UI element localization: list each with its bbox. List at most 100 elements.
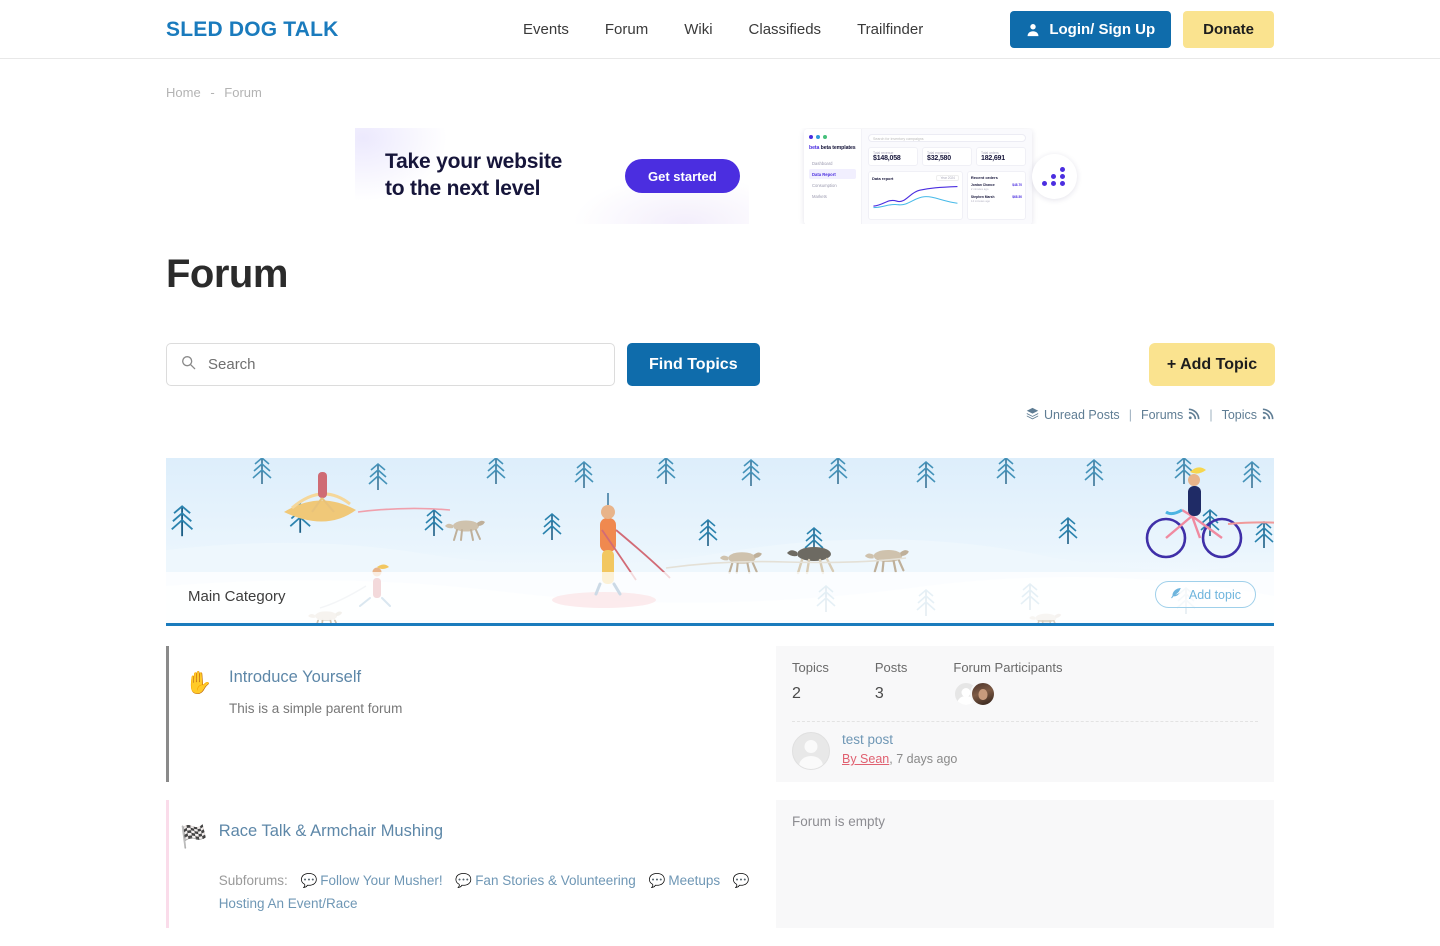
rss-icon [1188, 408, 1200, 423]
nav-item-wiki[interactable]: Wiki [666, 0, 730, 59]
ad-headline: Take your website to the next level [385, 149, 562, 203]
forum-title-link[interactable]: Race Talk & Armchair Mushing [219, 822, 776, 841]
checkered-flag-icon: 🏁 [180, 824, 208, 849]
donate-button[interactable]: Donate [1183, 11, 1274, 48]
dashboard-line-chart [873, 186, 958, 209]
order-amount: $68.50 [1012, 195, 1022, 199]
nav-item-classifieds[interactable]: Classifieds [731, 0, 840, 59]
topics-rss-link[interactable]: Topics [1222, 408, 1274, 423]
dashboard-search-field: Search for inventory campaigns [868, 134, 1026, 142]
category-add-topic-button[interactable]: Add topic [1154, 581, 1256, 608]
posts-value: 3 [874, 685, 884, 702]
chat-bubble-icon: 💬 [648, 873, 666, 888]
forums-rss-label: Forums [1140, 408, 1184, 422]
dashboard-mockup: beta beta templates Dashboard Data Repor… [804, 129, 1032, 224]
stat-value: $32,580 [927, 155, 951, 162]
user-icon [1026, 23, 1040, 37]
forum-stats-panel: Forum is empty [776, 800, 1274, 928]
participants-label: Forum Participants [953, 660, 1063, 675]
order-amount: $48.70 [1012, 183, 1022, 187]
search-icon [181, 355, 196, 375]
topics-rss-label: Topics [1221, 408, 1257, 422]
posts-stat: Posts 3 [875, 660, 908, 703]
forum-row: ✋ Introduce Yourself This is a simple pa… [166, 646, 1274, 782]
avatar[interactable] [970, 681, 997, 707]
subforum-link[interactable]: Meetups [668, 873, 720, 888]
forum-stats-panel: Topics 2 Posts 3 Forum Participants test… [776, 646, 1274, 782]
last-post-title-link[interactable]: test post [842, 732, 957, 747]
page-title: Forum [166, 252, 288, 296]
subforum-link[interactable]: Follow Your Musher! [320, 873, 442, 888]
stat-value: $148,058 [873, 155, 901, 162]
login-signup-button[interactable]: Login/ Sign Up [1010, 11, 1172, 48]
last-post-time: , 7 days ago [889, 752, 958, 766]
subforum-link[interactable]: Fan Stories & Volunteering [475, 873, 636, 888]
feed-divider: | [1209, 408, 1213, 422]
ad-headline-line2: to the next level [385, 177, 541, 200]
find-topics-button[interactable]: Find Topics [627, 343, 760, 386]
dashboard-order-row: Jordan Chance 2 minutes ago $48.70 [971, 183, 1022, 191]
dashboard-nav-data-report: Data Report [809, 169, 856, 179]
search-input[interactable] [206, 355, 600, 374]
layers-icon [1026, 407, 1039, 423]
chat-bubble-icon: 💬 [455, 873, 473, 888]
subforum-link[interactable]: Hosting An Event/Race [219, 896, 358, 911]
forum-list: ✋ Introduce Yourself This is a simple pa… [166, 646, 1274, 946]
search-box[interactable] [166, 343, 615, 386]
dashboard-logo-text: beta templates [820, 145, 856, 151]
ad-get-started-button[interactable]: Get started [625, 159, 740, 193]
nav-item-trailfinder[interactable]: Trailfinder [839, 0, 941, 59]
category-add-topic-label: Add topic [1188, 587, 1241, 602]
category-name: Main Category [188, 587, 286, 605]
divider [792, 721, 1258, 722]
ad-headline-line1: Take your website [385, 150, 563, 174]
nav-item-events[interactable]: Events [505, 0, 587, 59]
advertisement-banner[interactable]: Take your website to the next level Get … [355, 128, 1083, 224]
dashboard-logo: beta beta templates [809, 145, 856, 151]
forum-row: 🏁 Race Talk & Armchair Mushing Subforums… [166, 800, 1274, 928]
chat-bubble-icon: 💬 [300, 873, 318, 888]
subforums: Subforums: 💬 Follow Your Musher! 💬 Fan Sto… [219, 869, 776, 915]
chat-bubble-icon: 💬 [732, 873, 750, 888]
dashboard-nav-consumption: Consumption [812, 182, 837, 188]
add-topic-button[interactable]: + Add Topic [1149, 343, 1275, 386]
site-header: SLED DOG TALK Events Forum Wiki Classifi… [0, 0, 1440, 59]
dashboard-stat-cards: Total revenue $148,058 Total expenses $3… [868, 147, 1026, 166]
avatar[interactable] [792, 732, 830, 770]
forums-rss-link[interactable]: Forums [1141, 408, 1200, 423]
dashboard-chart-title: Data report [872, 175, 894, 181]
main-navigation: Events Forum Wiki Classifieds Trailfinde… [505, 0, 941, 59]
breadcrumb-home[interactable]: Home [166, 85, 201, 100]
pen-icon [1170, 587, 1182, 602]
ad-dots-badge-icon [1032, 154, 1077, 199]
dashboard-orders-title: Recent orders [970, 175, 998, 180]
dashboard-nav-markets: Markets [812, 193, 827, 199]
topics-stat: Topics 2 [792, 660, 829, 703]
category-banner: Main Category Add topic [166, 458, 1274, 626]
forum-row-main: 🏁 Race Talk & Armchair Mushing Subforums… [166, 800, 776, 928]
breadcrumb: Home - Forum [166, 85, 262, 100]
ad-copy-panel: Take your website to the next level Get … [355, 128, 749, 224]
forum-participants: Forum Participants [953, 660, 1062, 707]
dashboard-stat-card: Total orders 182,691 [976, 147, 1026, 166]
topics-label: Topics [792, 660, 829, 675]
forum-title-link[interactable]: Introduce Yourself [229, 668, 402, 687]
order-date: 14 minutes ago [970, 199, 991, 203]
forum-description: This is a simple parent forum [229, 701, 403, 716]
unread-posts-link[interactable]: Unread Posts [1026, 407, 1120, 423]
dashboard-nav-dashboard: Dashboard [812, 160, 833, 166]
dashboard-order-row: Stephen Marsh 14 minutes ago $68.50 [971, 195, 1022, 203]
raised-hand-icon: ✋ [185, 670, 213, 695]
breadcrumb-current: Forum [224, 85, 262, 100]
window-dots-icon [809, 135, 856, 139]
order-date: 2 minutes ago [970, 187, 989, 191]
stat-value: 182,691 [981, 155, 1005, 162]
topics-value: 2 [792, 685, 801, 702]
last-post-author-link[interactable]: By Sean [842, 752, 889, 766]
login-signup-label: Login/ Sign Up [1049, 21, 1156, 38]
dashboard-content: Search for inventory campaigns Total rev… [862, 129, 1032, 224]
category-footer: Main Category Add topic [166, 572, 1274, 620]
dashboard-orders-card: Recent orders Jordan Chance 2 minutes ag… [966, 171, 1026, 220]
site-logo[interactable]: SLED DOG TALK [166, 18, 339, 42]
nav-item-forum[interactable]: Forum [587, 0, 666, 59]
